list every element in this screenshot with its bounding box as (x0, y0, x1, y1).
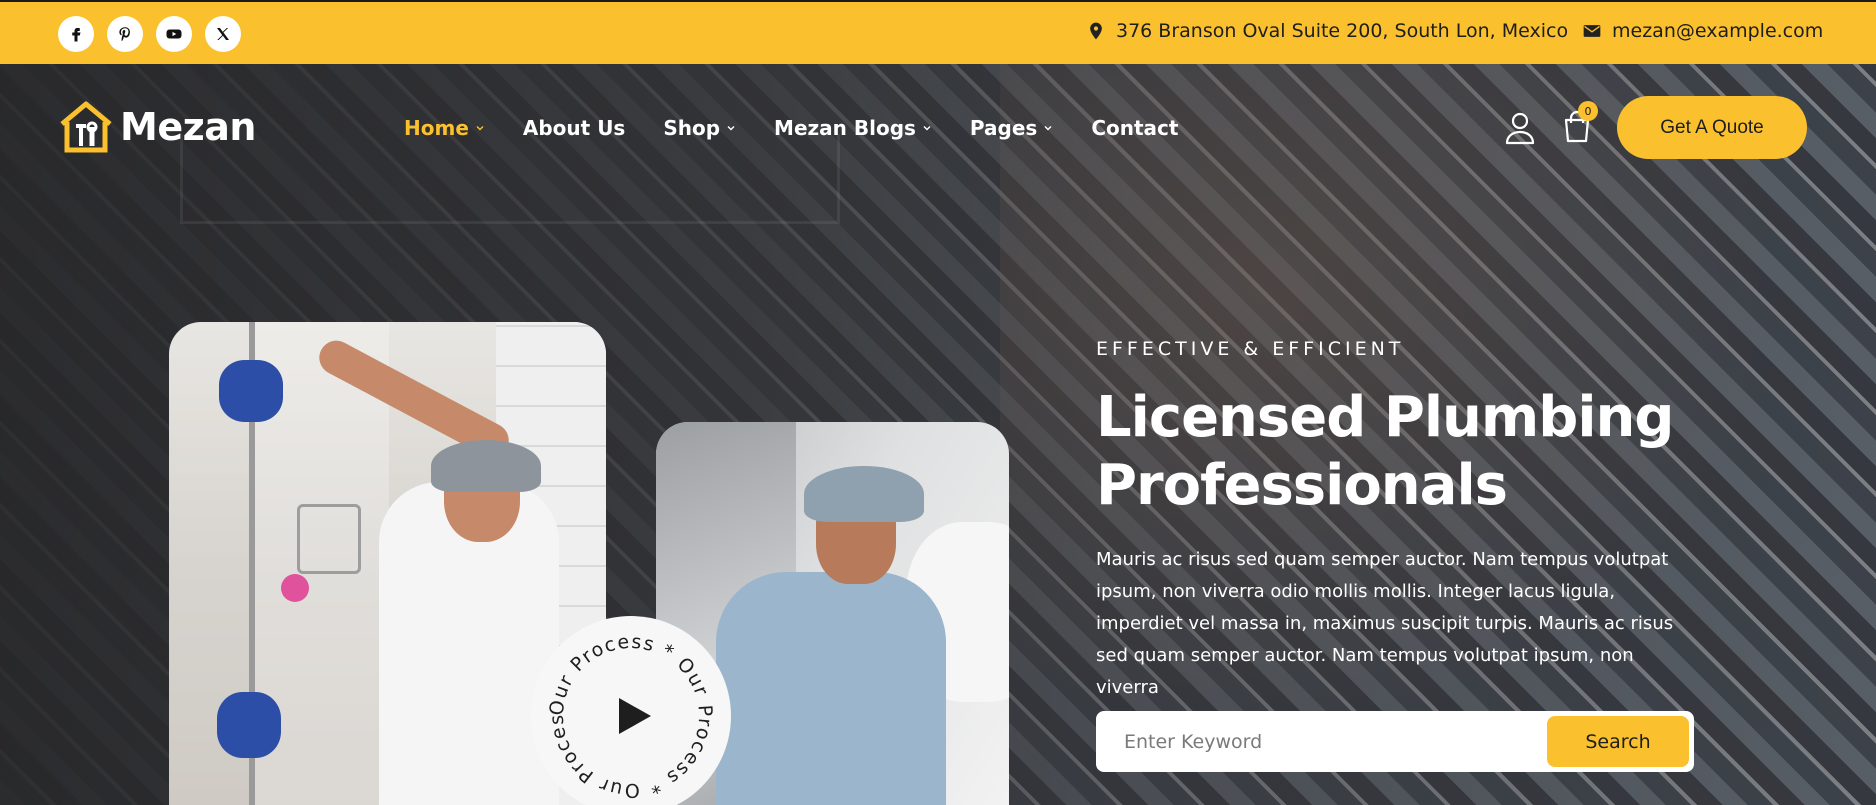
get-a-quote-button[interactable]: Get A Quote (1617, 96, 1807, 159)
address-info: 376 Branson Oval Suite 200, South Lon, M… (1086, 20, 1568, 42)
pinterest-link[interactable] (107, 16, 143, 52)
search-button[interactable]: Search (1547, 716, 1689, 767)
nav-item-label: Contact (1091, 116, 1179, 140)
email-text[interactable]: mezan@example.com (1612, 20, 1823, 42)
chevron-down-icon (1044, 126, 1052, 131)
social-links (58, 16, 241, 52)
account-button[interactable] (1502, 110, 1538, 146)
chevron-down-icon (727, 126, 735, 131)
nav-item-label: Pages (969, 116, 1038, 140)
chevron-down-icon (476, 126, 484, 131)
chevron-down-icon (923, 126, 931, 131)
cart-count-badge: 0 (1578, 101, 1598, 121)
map-pin-icon (1090, 22, 1102, 40)
main-nav: Home About Us Shop Mezan Blogs Pages Con… (404, 116, 1178, 140)
nav-item-mezan-blogs[interactable]: Mezan Blogs (774, 116, 932, 140)
our-process-video-button[interactable]: Our Process * Our Process * Our Process … (525, 599, 731, 805)
hero-eyebrow: EFFECTIVE & EFFICIENT (1096, 338, 1405, 360)
keyword-search-input[interactable] (1124, 723, 1544, 761)
pinterest-icon (119, 27, 130, 42)
facebook-link[interactable] (58, 16, 94, 52)
play-icon (619, 698, 651, 734)
nav-item-shop[interactable]: Shop (663, 116, 736, 140)
nav-item-about-us[interactable]: About Us (523, 116, 625, 140)
site-logo[interactable]: Mezan (58, 100, 256, 154)
facebook-icon (72, 28, 81, 42)
house-tools-icon (60, 101, 112, 153)
nav-item-label: About Us (522, 116, 626, 140)
x-link[interactable] (205, 16, 241, 52)
email-info[interactable]: mezan@example.com (1582, 20, 1823, 42)
address-text: 376 Branson Oval Suite 200, South Lon, M… (1116, 20, 1569, 42)
youtube-link[interactable] (156, 16, 192, 52)
process-badge: Our Process * Our Process * Our Process … (525, 599, 714, 801)
nav-item-pages[interactable]: Pages (970, 116, 1053, 140)
hero-background-shelf (180, 134, 840, 224)
nav-item-label: Mezan Blogs (774, 116, 916, 140)
hero-headline: Licensed Plumbing Professionals (1096, 385, 1675, 518)
nav-item-home[interactable]: Home (404, 116, 485, 140)
hero-description: Mauris ac risus sed quam semper auctor. … (1096, 549, 1674, 698)
logo-text: Mezan (120, 105, 256, 149)
user-icon (1505, 112, 1535, 145)
x-icon (217, 28, 229, 40)
nav-item-contact[interactable]: Contact (1091, 116, 1178, 140)
hero-search-form: Search (1096, 711, 1694, 772)
youtube-icon (166, 29, 182, 39)
nav-item-label: Home (404, 116, 469, 140)
nav-item-label: Shop (663, 116, 721, 140)
top-bar: 376 Branson Oval Suite 200, South Lon, M… (0, 0, 1876, 64)
envelope-icon (1583, 25, 1601, 37)
